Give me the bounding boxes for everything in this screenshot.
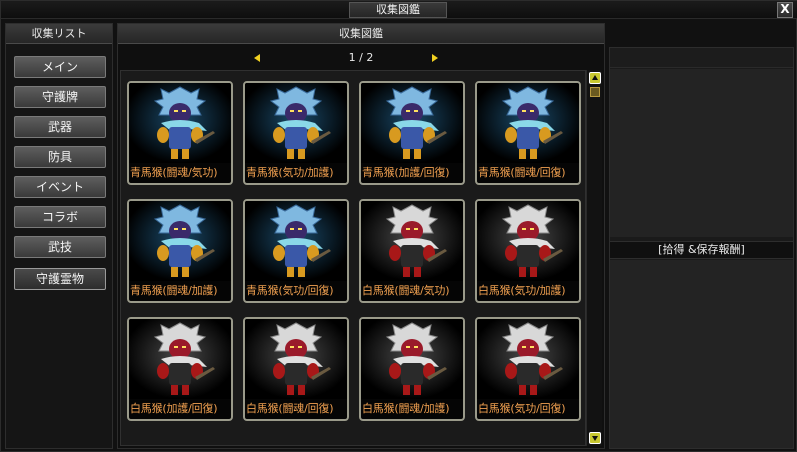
- main-header: 収集図鑑: [118, 24, 604, 44]
- scroll-up-button[interactable]: [589, 72, 601, 84]
- detail-preview-box: [610, 69, 793, 237]
- next-page-arrow-icon[interactable]: [432, 54, 438, 62]
- blue-monkey-icon: [361, 83, 463, 163]
- sidebar: 収集リスト メイン 守護牌 武器 防具 イベント コラボ 武技 守護霊物: [5, 23, 113, 449]
- scrollbar[interactable]: [586, 70, 602, 446]
- collection-card[interactable]: 白馬猴(気功/回復): [475, 317, 581, 421]
- sidebar-item-main[interactable]: メイン: [14, 56, 106, 78]
- white-monkey-icon: [129, 319, 231, 399]
- reward-header: [拾得 &保存報酬]: [610, 241, 793, 259]
- white-monkey-icon: [477, 319, 579, 399]
- card-label: 白馬猴(気功/加護): [478, 284, 566, 297]
- collection-window: 収集図鑑 X 収集リスト メイン 守護牌 武器 防具 イベント コラボ 武技 守…: [0, 0, 797, 452]
- sidebar-item-guardian-spirit[interactable]: 守護霊物: [14, 268, 106, 290]
- collection-card[interactable]: 白馬猴(闘魂/加護): [359, 317, 465, 421]
- sidebar-item-martial-skills[interactable]: 武技: [14, 236, 106, 258]
- card-label: 青馬猴(闘魂/気功): [130, 166, 218, 179]
- detail-top-bar: [610, 48, 793, 68]
- collection-grid: 青馬猴(闘魂/気功) 青馬猴(気功/加護) 青馬猴(加護/回復) 青馬猴(闘魂/回復)…: [120, 70, 586, 446]
- scroll-down-button[interactable]: [589, 432, 601, 444]
- card-label: 青馬猴(気功/加護): [246, 166, 334, 179]
- white-monkey-icon: [361, 319, 463, 399]
- sidebar-item-collab[interactable]: コラボ: [14, 206, 106, 228]
- pager: 1 / 2: [118, 50, 604, 66]
- sidebar-item-guardian-tile[interactable]: 守護牌: [14, 86, 106, 108]
- sidebar-item-armor[interactable]: 防具: [14, 146, 106, 168]
- collection-card[interactable]: 白馬猴(気功/加護): [475, 199, 581, 303]
- window-title: 収集図鑑: [349, 2, 447, 18]
- white-monkey-icon: [245, 319, 347, 399]
- blue-monkey-icon: [477, 83, 579, 163]
- white-monkey-icon: [361, 201, 463, 281]
- reward-list: [610, 260, 793, 448]
- collection-card[interactable]: 青馬猴(気功/加護): [243, 81, 349, 185]
- collection-card[interactable]: 白馬猴(闘魂/気功): [359, 199, 465, 303]
- blue-monkey-icon: [129, 83, 231, 163]
- prev-page-arrow-icon[interactable]: [254, 54, 260, 62]
- card-label: 青馬猴(加護/回復): [362, 166, 450, 179]
- sidebar-header: 収集リスト: [6, 24, 112, 44]
- sidebar-item-weapons[interactable]: 武器: [14, 116, 106, 138]
- collection-card[interactable]: 白馬猴(闘魂/回復): [243, 317, 349, 421]
- white-monkey-icon: [477, 201, 579, 281]
- blue-monkey-icon: [245, 201, 347, 281]
- blue-monkey-icon: [245, 83, 347, 163]
- card-label: 白馬猴(闘魂/気功): [362, 284, 450, 297]
- card-label: 白馬猴(気功/回復): [478, 402, 566, 415]
- main-panel: 収集図鑑 1 / 2 青馬猴(闘魂/気功) 青馬猴(気功/加護) 青馬猴(加護/回復…: [117, 23, 605, 449]
- collection-card[interactable]: 青馬猴(闘魂/回復): [475, 81, 581, 185]
- collection-card[interactable]: 青馬猴(気功/回復): [243, 199, 349, 303]
- sidebar-item-event[interactable]: イベント: [14, 176, 106, 198]
- card-label: 白馬猴(闘魂/加護): [362, 402, 450, 415]
- collection-card[interactable]: 青馬猴(加護/回復): [359, 81, 465, 185]
- title-bar[interactable]: 収集図鑑 X: [1, 1, 797, 19]
- collection-card[interactable]: 青馬猴(闘魂/気功): [127, 81, 233, 185]
- scroll-thumb[interactable]: [590, 87, 600, 97]
- collection-card[interactable]: 青馬猴(闘魂/加護): [127, 199, 233, 303]
- close-button[interactable]: X: [777, 2, 793, 18]
- card-label: 白馬猴(加護/回復): [130, 402, 218, 415]
- collection-card[interactable]: 白馬猴(加護/回復): [127, 317, 233, 421]
- page-indicator: 1 / 2: [348, 51, 374, 64]
- detail-panel: [拾得 &保存報酬]: [609, 47, 794, 449]
- card-label: 白馬猴(闘魂/回復): [246, 402, 334, 415]
- card-label: 青馬猴(気功/回復): [246, 284, 334, 297]
- blue-monkey-icon: [129, 201, 231, 281]
- card-label: 青馬猴(闘魂/加護): [130, 284, 218, 297]
- card-label: 青馬猴(闘魂/回復): [478, 166, 566, 179]
